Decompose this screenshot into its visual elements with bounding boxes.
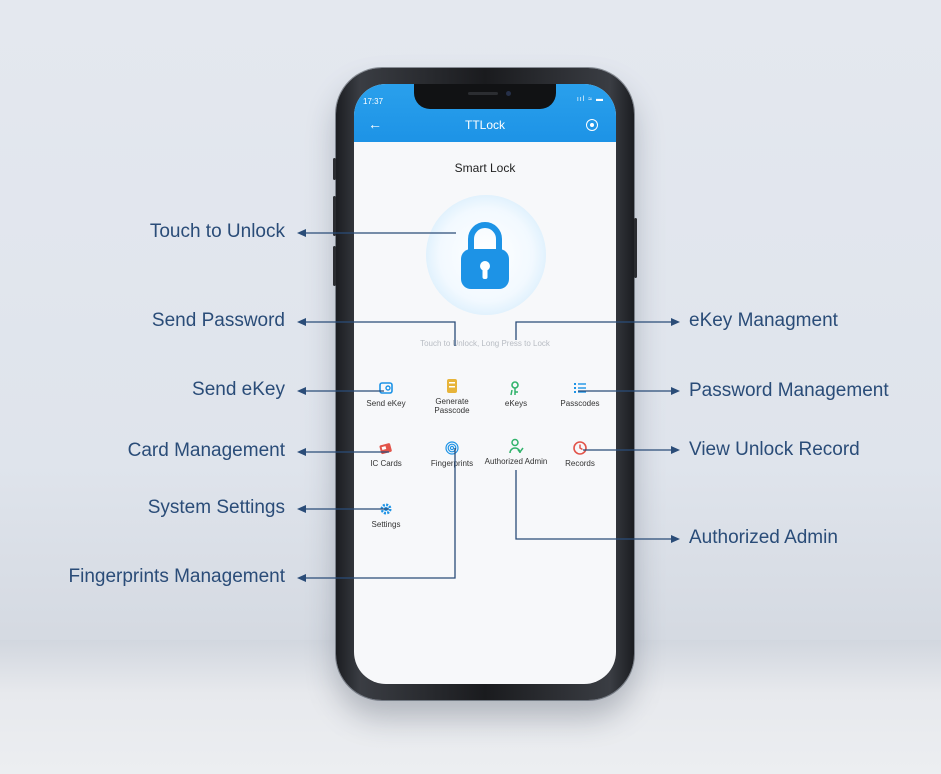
callout-system-settings: System Settings [147,497,285,518]
line-authorized-admin [515,470,676,540]
arrowhead [297,448,306,456]
arrowhead [297,574,306,582]
arrowhead [297,229,306,237]
arrowhead [297,505,306,513]
callout-view-unlock-record: View Unlock Record [689,439,860,460]
callout-card-management: Card Management [127,440,285,461]
callout-password-management: Password Management [689,380,889,401]
arrowhead [671,535,680,543]
callout-touch-to-unlock: Touch to Unlock [149,221,285,242]
callout-authorized-admin: Authorized Admin [689,527,838,548]
line-ekey-management [515,321,676,340]
arrowhead [671,318,680,326]
arrowhead [671,387,680,395]
arrowhead [297,318,306,326]
callout-fingerprints-management: Fingerprints Management [68,566,286,587]
callout-send-ekey: Send eKey [192,379,285,400]
arrowhead [671,446,680,454]
arrowhead [297,387,306,395]
line-fingerprints [300,448,456,579]
callout-send-password: Send Password [151,310,285,331]
callout-ekey-management: eKey Managment [689,310,838,331]
line-send-password [300,321,456,346]
